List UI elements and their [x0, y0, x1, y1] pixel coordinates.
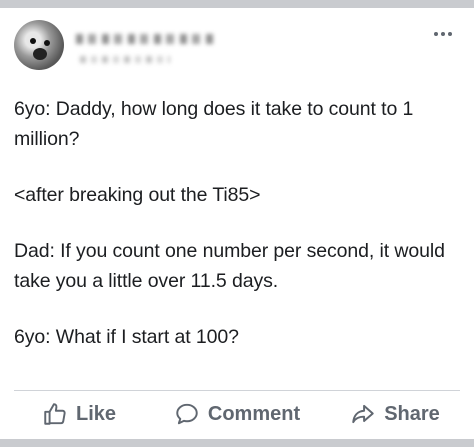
thumbs-up-icon: [42, 401, 68, 427]
post-body: 6yo: Daddy, how long does it take to cou…: [14, 94, 462, 378]
avatar-eye-right: [44, 40, 50, 46]
author-name-redacted[interactable]: [76, 34, 216, 44]
like-label: Like: [75, 402, 117, 425]
actions-divider: [14, 390, 460, 391]
post-line: <after breaking out the Ti85>: [14, 184, 261, 206]
post-line: 6yo: Daddy, how long does it take to cou…: [14, 98, 414, 150]
share-arrow-icon: [350, 401, 376, 427]
author-avatar[interactable]: [14, 20, 64, 70]
post-line: 6yo: What if I start at 100?: [14, 326, 239, 348]
comment-button[interactable]: Comment: [158, 401, 316, 427]
share-button[interactable]: Share: [316, 401, 474, 427]
post-header: [0, 8, 474, 82]
post-line: Dad: If you count one number per second,…: [14, 240, 445, 292]
avatar-eye-left: [30, 38, 36, 44]
post-card: 6yo: Daddy, how long does it take to cou…: [0, 8, 474, 439]
more-options-icon[interactable]: [434, 32, 452, 36]
share-label: Share: [384, 402, 440, 425]
post-meta-redacted: [80, 56, 170, 63]
avatar-snout: [33, 48, 47, 60]
comment-label: Comment: [207, 402, 301, 425]
more-dot: [434, 32, 438, 36]
feed-gap: [0, 439, 474, 447]
more-dot: [448, 32, 452, 36]
more-dot: [441, 32, 445, 36]
post-actions: Like Comment Share: [0, 394, 474, 434]
like-button[interactable]: Like: [0, 401, 158, 427]
speech-bubble-icon: [174, 401, 200, 427]
